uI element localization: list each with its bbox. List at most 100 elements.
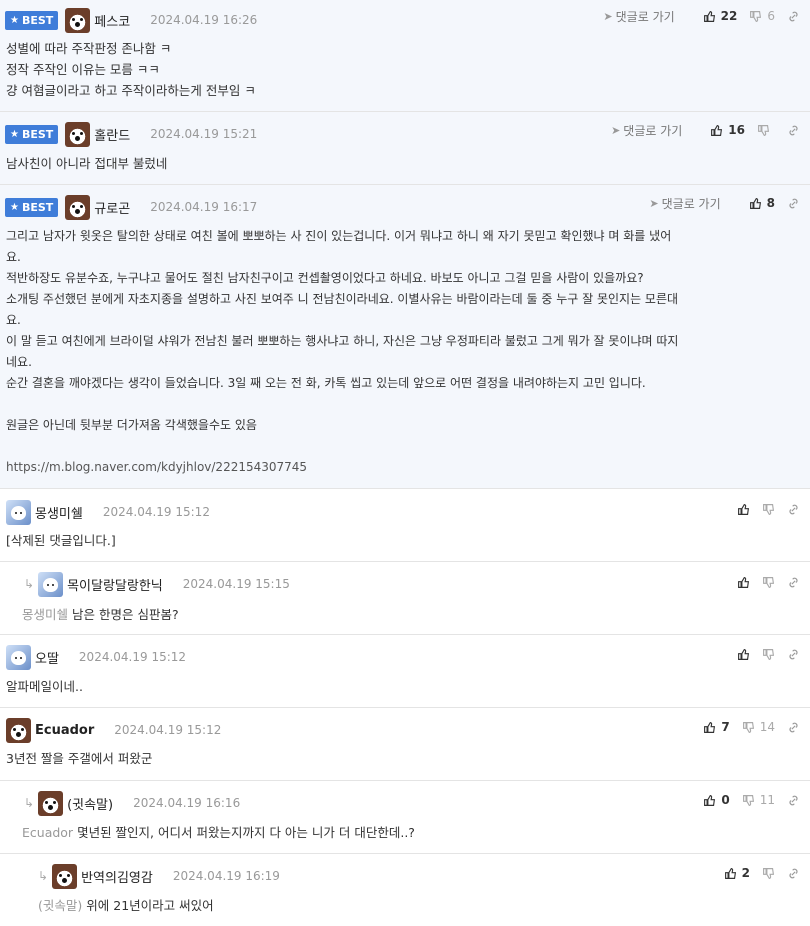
dislike-button[interactable] (757, 124, 775, 137)
share-button[interactable] (787, 794, 800, 807)
go-to-reply-link[interactable]: ➤ 댓글로 가기 (603, 8, 674, 25)
timestamp: 2024.04.19 16:17 (150, 200, 258, 214)
timestamp: 2024.04.19 16:26 (150, 13, 258, 27)
thumbs-down-icon (763, 576, 775, 588)
timestamp: 2024.04.19 16:19 (172, 869, 280, 883)
thumbs-down-icon (742, 721, 754, 733)
avatar[interactable] (38, 790, 64, 816)
mention[interactable]: 몽생미쉘 (22, 607, 68, 622)
comment-body: 알파메일이네.. (6, 679, 83, 694)
nickname[interactable]: 규로곤 (94, 198, 130, 217)
link-icon (789, 868, 798, 878)
reply-comment: ↳ 목이달랑달랑한닉 2024.04.19 15:15 몽생미쉘 남은 한명은 심… (0, 562, 810, 635)
comment-body: [삭제된 댓글입니다.] (6, 533, 116, 548)
nickname[interactable]: 페스코 (94, 11, 130, 30)
thumbs-down-icon (763, 503, 775, 515)
link-icon (789, 577, 798, 587)
comment-body: 성별에 따라 주작판정 존나함 ㅋ 정작 주작인 이유는 모름 ㅋㅋ 걍 여혐글이라… (6, 41, 256, 98)
like-button[interactable]: 7 (703, 720, 730, 734)
link-icon (789, 649, 798, 659)
avatar[interactable] (65, 7, 91, 33)
best-badge: ★ BEST (5, 197, 59, 217)
dislike-button[interactable]: 6 (749, 9, 775, 23)
thumbs-down-icon (763, 867, 775, 879)
avatar[interactable] (52, 863, 78, 889)
reply-arrow-icon: ↳ (24, 796, 35, 810)
avatar[interactable] (65, 121, 91, 147)
timestamp: 2024.04.19 15:12 (102, 505, 210, 519)
comment-body: 남사친이 아니라 접대부 불렀네 (6, 156, 168, 171)
like-button[interactable]: 8 (749, 196, 775, 210)
like-button[interactable]: 2 (724, 866, 750, 880)
send-icon: ➤ (603, 9, 613, 23)
avatar[interactable] (38, 571, 64, 597)
thumbs-down-icon (758, 124, 770, 136)
avatar[interactable] (6, 717, 31, 743)
reply-comment: ↳ (귓속말) 2024.04.19 16:16 0 11 Ecuador 몇년된… (0, 781, 810, 854)
go-to-reply-link[interactable]: ➤ 댓글로 가기 (611, 122, 682, 139)
nickname[interactable]: 몽생미쉘 (35, 503, 83, 522)
share-button[interactable] (787, 10, 800, 23)
dislike-button[interactable] (762, 576, 775, 589)
like-button[interactable]: 16 (710, 123, 745, 137)
thumbs-down-icon (750, 10, 762, 22)
nickname[interactable]: 오딸 (35, 648, 59, 667)
best-comment: ★ BEST 페스코 2024.04.19 16:26 ➤ 댓글로 가기 22 6 … (0, 0, 810, 112)
like-button[interactable]: 0 (703, 793, 730, 807)
star-icon: ★ (10, 128, 19, 140)
thumbs-up-icon (724, 867, 736, 879)
best-comment: ★ BEST 홀란드 2024.04.19 15:21 ➤ 댓글로 가기 16 남사… (0, 112, 810, 185)
dislike-button[interactable] (762, 503, 775, 516)
thumbs-up-icon (738, 648, 750, 660)
share-button[interactable] (787, 124, 800, 137)
nickname[interactable]: 홀란드 (94, 125, 130, 144)
thumbs-up-icon (738, 576, 750, 588)
nickname[interactable]: (귓속말) (67, 794, 113, 813)
dislike-button[interactable]: 14 (742, 720, 775, 734)
link-icon (789, 11, 798, 21)
like-button[interactable] (737, 576, 750, 589)
thumbs-up-icon (749, 197, 761, 209)
dislike-button[interactable]: 11 (742, 793, 775, 807)
share-button[interactable] (787, 197, 800, 210)
thumbs-up-icon (704, 721, 716, 733)
share-button[interactable] (787, 721, 800, 734)
avatar[interactable] (6, 499, 31, 525)
share-button[interactable] (787, 576, 800, 589)
share-button[interactable] (787, 648, 800, 661)
mention[interactable]: Ecuador (22, 825, 73, 840)
timestamp: 2024.04.19 15:15 (182, 577, 290, 591)
like-button[interactable] (737, 648, 750, 661)
thumbs-up-icon (703, 10, 715, 22)
comment: 오딸 2024.04.19 15:12 알파메일이네.. (0, 635, 810, 708)
nickname[interactable]: 목이달랑달랑한닉 (67, 575, 163, 594)
avatar[interactable] (6, 644, 31, 670)
comment-body: 그리고 남자가 윗옷은 탈의한 상태로 여친 볼에 뽀뽀하는 사 진이 있는겁니… (6, 229, 679, 474)
timestamp: 2024.04.19 15:12 (78, 650, 187, 664)
share-button[interactable] (787, 867, 800, 880)
timestamp: 2024.04.19 15:21 (150, 127, 258, 141)
reply-arrow-icon: ↳ (24, 577, 35, 591)
share-button[interactable] (787, 503, 800, 516)
mention[interactable]: (귓속말) (38, 898, 82, 913)
like-button[interactable] (737, 503, 750, 516)
send-icon: ➤ (611, 123, 621, 137)
thumbs-down-icon (763, 648, 775, 660)
comment-body: 3년전 짤을 주갤에서 퍼왔군 (6, 751, 153, 766)
best-badge: ★ BEST (5, 124, 59, 144)
go-to-reply-link[interactable]: ➤ 댓글로 가기 (649, 195, 720, 212)
nickname[interactable]: 반역의김영감 (81, 867, 153, 886)
timestamp: 2024.04.19 16:16 (133, 796, 241, 810)
source-link[interactable]: https://m.blog.naver.com/kdyjhlov/222154… (6, 460, 307, 474)
comment: Ecuador 2024.04.19 15:12 7 14 3년전 짤을 주갤에… (0, 708, 810, 781)
comment: 몽생미쉘 2024.04.19 15:12 [삭제된 댓글입니다.] (0, 489, 810, 562)
dislike-button[interactable] (762, 648, 775, 661)
nickname[interactable]: Ecuador (35, 723, 94, 738)
send-icon: ➤ (649, 196, 659, 210)
like-button[interactable]: 22 (703, 9, 737, 23)
dislike-button[interactable] (762, 867, 775, 880)
link-icon (789, 125, 798, 135)
comment-body: Ecuador 몇년된 짤인지, 어디서 퍼왔는지까지 다 아는 니가 더 대단한… (22, 825, 415, 840)
thumbs-up-icon (738, 503, 750, 515)
avatar[interactable] (65, 194, 91, 220)
